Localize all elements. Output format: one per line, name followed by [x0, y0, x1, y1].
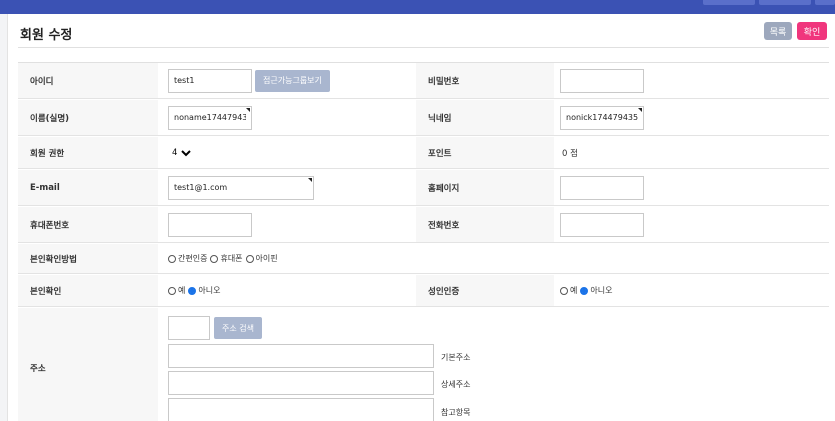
radio-circle-selected[interactable] — [580, 286, 589, 295]
adult-no-radio[interactable]: 아니오 — [580, 285, 612, 296]
required-marker — [168, 175, 314, 200]
mobile-input[interactable] — [168, 212, 252, 237]
email-label: E-mail — [18, 170, 158, 205]
radio-label: 휴대폰 — [220, 254, 243, 263]
form-row-mobile: 휴대폰번호 전화번호 — [18, 207, 829, 243]
page-title: 회원 수정 — [20, 28, 73, 43]
nickname-input[interactable] — [560, 105, 644, 130]
form-row-cert: 본인확인 예 아니오 성인인증 예 아니오 — [18, 275, 829, 307]
cert-method-mobile-radio[interactable]: 휴대폰 — [210, 253, 243, 264]
radio-label: 예 — [570, 286, 578, 295]
top-nav-tab[interactable] — [815, 0, 835, 5]
level-cell: 4 — [168, 137, 194, 168]
cert-no-radio[interactable]: 아니오 — [188, 285, 220, 296]
level-label: 회원 권한 — [18, 137, 158, 168]
required-marker — [560, 105, 644, 130]
radio-label: 아니오 — [198, 286, 221, 295]
radio-circle[interactable] — [210, 254, 219, 263]
nickname-cell — [560, 100, 644, 135]
view-access-groups-button[interactable]: 접근가능그룹보기 — [255, 69, 330, 92]
password-input[interactable] — [560, 68, 644, 93]
header-divider — [18, 47, 829, 48]
required-marker — [168, 105, 252, 130]
level-select[interactable]: 4 — [168, 143, 194, 162]
adult-options: 예 아니오 — [560, 275, 615, 306]
form-row-name: 이름(실명) 닉네임 — [18, 100, 829, 136]
form-row-email: E-mail 홈페이지 — [18, 170, 829, 206]
zipcode-input[interactable] — [168, 316, 210, 340]
adult-yes-radio[interactable]: 예 — [560, 285, 577, 296]
cert-method-simple-radio[interactable]: 간편인증 — [168, 253, 207, 264]
cert-method-ipin-radio[interactable]: 아이핀 — [245, 253, 278, 264]
basic-address-input[interactable] — [168, 344, 434, 368]
radio-circle-selected[interactable] — [188, 286, 197, 295]
radio-label: 예 — [178, 286, 186, 295]
user-id-cell: 접근가능그룹보기 — [168, 63, 330, 98]
cert-label: 본인확인 — [18, 275, 158, 306]
password-cell — [560, 63, 644, 98]
mobile-label: 휴대폰번호 — [18, 207, 158, 242]
address-label: 주소 — [18, 308, 158, 421]
cert-method-label: 본인확인방법 — [18, 244, 158, 273]
cert-yes-radio[interactable]: 예 — [168, 285, 185, 296]
radio-circle[interactable] — [168, 286, 176, 295]
phone-label: 전화번호 — [416, 207, 554, 242]
radio-circle[interactable] — [245, 254, 254, 263]
radio-label: 아이핀 — [255, 254, 278, 263]
mobile-cell — [168, 207, 252, 242]
name-label: 이름(실명) — [18, 100, 158, 135]
point-value: 0 점 — [562, 148, 578, 159]
homepage-input[interactable] — [560, 175, 644, 200]
form-row-level: 회원 권한 4 포인트 0 점 — [18, 137, 829, 169]
homepage-label: 홈페이지 — [416, 170, 554, 205]
form-row-id: 아이디 접근가능그룹보기 비밀번호 — [18, 63, 829, 99]
nickname-label: 닉네임 — [416, 100, 554, 135]
member-edit-panel: 회원 수정 목록 확인 아이디 접근가능그룹보기 비밀번호 이름(실명) — [7, 14, 835, 421]
user-id-input[interactable] — [168, 68, 252, 93]
extra-address-label: 참고항목 — [441, 408, 471, 417]
detail-address-label: 상세주소 — [441, 380, 471, 389]
form-row-cert-method: 본인확인방법 간편인증 휴대폰 아이핀 — [18, 244, 829, 274]
top-nav-tab[interactable] — [759, 0, 811, 5]
user-id-label: 아이디 — [18, 63, 158, 98]
top-nav-tab[interactable] — [703, 0, 755, 5]
top-navigation-bar — [0, 0, 835, 14]
name-cell — [168, 100, 252, 135]
cert-options: 예 아니오 — [168, 275, 223, 306]
phone-input[interactable] — [560, 212, 644, 237]
confirm-button[interactable]: 확인 — [797, 22, 827, 40]
basic-address-label: 기본주소 — [441, 353, 471, 362]
address-search-button[interactable]: 주소 검색 — [214, 317, 262, 339]
radio-label: 간편인증 — [178, 254, 208, 263]
detail-address-input[interactable] — [168, 371, 434, 395]
cert-method-options: 간편인증 휴대폰 아이핀 — [168, 244, 281, 273]
password-label: 비밀번호 — [416, 63, 554, 98]
radio-circle[interactable] — [560, 286, 568, 295]
adult-label: 성인인증 — [416, 275, 554, 306]
homepage-cell — [560, 170, 644, 205]
radio-circle[interactable] — [168, 254, 176, 263]
point-label: 포인트 — [416, 137, 554, 168]
form-row-address: 주소 주소 검색 기본주소 상세주소 참고항목 — [18, 308, 829, 421]
email-cell — [168, 170, 314, 205]
list-button[interactable]: 목록 — [764, 22, 792, 40]
radio-label: 아니오 — [590, 286, 613, 295]
name-input[interactable] — [168, 105, 252, 130]
extra-address-input[interactable] — [168, 398, 434, 421]
email-input[interactable] — [168, 175, 314, 200]
phone-cell — [560, 207, 644, 242]
